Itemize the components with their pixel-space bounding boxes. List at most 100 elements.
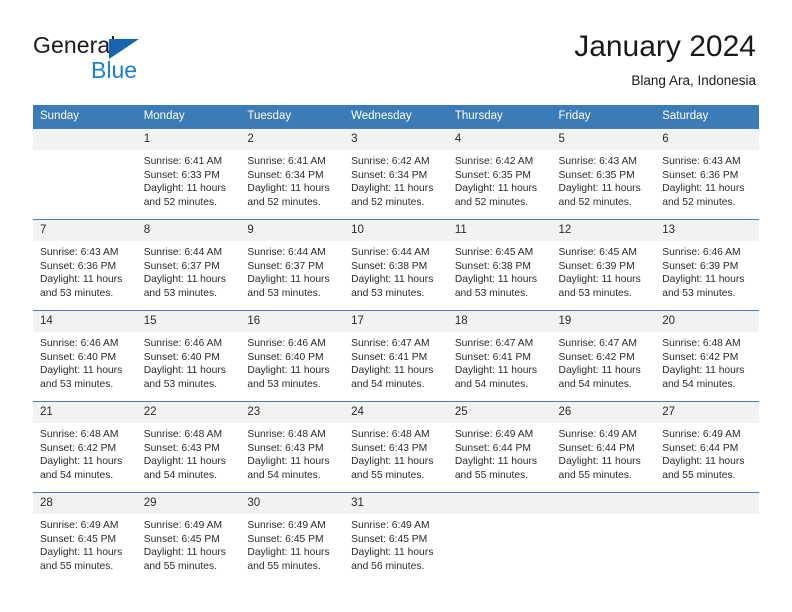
day-details: Sunrise: 6:43 AM Sunset: 6:35 PM Daylight:… bbox=[552, 150, 656, 209]
calendar-day-cell[interactable]: 25 Sunrise: 6:49 AM Sunset: 6:44 PM Dayligh… bbox=[447, 401, 552, 493]
weekday-header-saturday: Saturday bbox=[655, 105, 759, 129]
day-number: 13 bbox=[655, 220, 759, 241]
calendar-day-cell[interactable]: 22 Sunrise: 6:48 AM Sunset: 6:43 PM Dayligh… bbox=[136, 401, 241, 493]
daylight-text-line2: and 53 minutes. bbox=[662, 287, 736, 299]
day-number: 15 bbox=[136, 311, 241, 332]
calendar-day-cell[interactable]: 13 Sunrise: 6:46 AM Sunset: 6:39 PM Dayligh… bbox=[655, 219, 759, 311]
calendar-day-cell[interactable]: 19 Sunrise: 6:47 AM Sunset: 6:42 PM Dayligh… bbox=[551, 310, 656, 402]
sunrise-text: Sunrise: 6:46 AM bbox=[40, 338, 119, 349]
calendar-day-cell[interactable]: 20 Sunrise: 6:48 AM Sunset: 6:42 PM Dayligh… bbox=[655, 310, 759, 402]
sunset-text: Sunset: 6:42 PM bbox=[662, 351, 739, 363]
calendar-day-cell[interactable]: 8 Sunrise: 6:44 AM Sunset: 6:37 PM Daylight… bbox=[136, 219, 241, 311]
day-details: Sunrise: 6:41 AM Sunset: 6:34 PM Daylight:… bbox=[240, 150, 344, 209]
calendar-day-cell[interactable]: 29 Sunrise: 6:49 AM Sunset: 6:45 PM Dayligh… bbox=[136, 492, 241, 583]
daylight-text-line1: Daylight: 11 hours bbox=[454, 456, 538, 468]
day-details: Sunrise: 6:47 AM Sunset: 6:42 PM Daylight:… bbox=[552, 332, 656, 391]
sunrise-text: Sunrise: 6:49 AM bbox=[40, 520, 119, 531]
calendar-day-cell[interactable]: 30 Sunrise: 6:49 AM Sunset: 6:45 PM Dayligh… bbox=[240, 492, 345, 583]
weekday-header-wednesday: Wednesday bbox=[344, 105, 448, 129]
brand-logo[interactable]: General Blue bbox=[33, 32, 263, 88]
calendar-day-cell[interactable]: 15 Sunrise: 6:46 AM Sunset: 6:40 PM Dayligh… bbox=[136, 310, 241, 402]
sunrise-text: Sunrise: 6:44 AM bbox=[247, 247, 326, 258]
day-details: Sunrise: 6:48 AM Sunset: 6:43 PM Daylight:… bbox=[137, 423, 241, 482]
day-number: 4 bbox=[447, 129, 552, 150]
calendar-day-cell[interactable]: 10 Sunrise: 6:44 AM Sunset: 6:38 PM Dayligh… bbox=[344, 219, 448, 311]
calendar-day-cell[interactable]: 27 Sunrise: 6:49 AM Sunset: 6:44 PM Dayligh… bbox=[655, 401, 759, 493]
day-details: Sunrise: 6:42 AM Sunset: 6:34 PM Daylight:… bbox=[344, 150, 448, 209]
calendar-day-cell[interactable]: 1 Sunrise: 6:41 AM Sunset: 6:33 PM Daylight… bbox=[136, 128, 241, 220]
calendar-day-cell[interactable]: 11 Sunrise: 6:45 AM Sunset: 6:38 PM Dayligh… bbox=[447, 219, 552, 311]
sunset-text: Sunset: 6:36 PM bbox=[662, 169, 739, 181]
daylight-text-line2: and 55 minutes. bbox=[143, 560, 217, 572]
sunrise-text: Sunrise: 6:48 AM bbox=[247, 429, 326, 440]
sunset-text: Sunset: 6:42 PM bbox=[40, 442, 117, 454]
sunset-text: Sunset: 6:45 PM bbox=[351, 533, 428, 545]
day-number: 18 bbox=[447, 311, 552, 332]
calendar-week-row: 21 Sunrise: 6:48 AM Sunset: 6:42 PM Dayligh… bbox=[33, 401, 759, 493]
calendar-day-cell[interactable]: 16 Sunrise: 6:46 AM Sunset: 6:40 PM Dayligh… bbox=[240, 310, 345, 402]
daylight-text-line2: and 54 minutes. bbox=[40, 469, 114, 481]
daylight-text-line2: and 52 minutes. bbox=[558, 196, 632, 208]
daylight-text-line1: Daylight: 11 hours bbox=[143, 274, 226, 286]
calendar-day-cell[interactable]: 18 Sunrise: 6:47 AM Sunset: 6:41 PM Dayligh… bbox=[447, 310, 552, 402]
calendar-cell-empty bbox=[33, 128, 137, 220]
sunrise-text: Sunrise: 6:44 AM bbox=[143, 247, 223, 258]
sunrise-text: Sunrise: 6:46 AM bbox=[662, 247, 741, 258]
day-details: Sunrise: 6:44 AM Sunset: 6:38 PM Daylight:… bbox=[344, 241, 448, 300]
calendar-day-cell[interactable]: 5 Sunrise: 6:43 AM Sunset: 6:35 PM Daylight… bbox=[551, 128, 656, 220]
day-number: 23 bbox=[240, 402, 345, 423]
daylight-text-line1: Daylight: 11 hours bbox=[351, 274, 434, 286]
daylight-text-line1: Daylight: 11 hours bbox=[558, 456, 641, 468]
calendar-day-cell[interactable]: 4 Sunrise: 6:42 AM Sunset: 6:35 PM Daylight… bbox=[447, 128, 552, 220]
sunset-text: Sunset: 6:45 PM bbox=[40, 533, 117, 545]
calendar-day-cell[interactable]: 24 Sunrise: 6:48 AM Sunset: 6:43 PM Dayligh… bbox=[344, 401, 448, 493]
day-details: Sunrise: 6:42 AM Sunset: 6:35 PM Daylight:… bbox=[448, 150, 552, 209]
sunrise-text: Sunrise: 6:49 AM bbox=[454, 429, 534, 440]
calendar-day-cell[interactable]: 28 Sunrise: 6:49 AM Sunset: 6:45 PM Dayligh… bbox=[33, 492, 137, 583]
calendar-day-cell[interactable]: 21 Sunrise: 6:48 AM Sunset: 6:42 PM Dayligh… bbox=[33, 401, 137, 493]
page-header: General Blue January 2024 Blang Ara, Ind… bbox=[0, 0, 792, 100]
calendar-day-cell[interactable]: 9 Sunrise: 6:44 AM Sunset: 6:37 PM Daylight… bbox=[240, 219, 345, 311]
sunset-text: Sunset: 6:45 PM bbox=[247, 533, 324, 545]
sunrise-text: Sunrise: 6:49 AM bbox=[143, 520, 223, 531]
calendar-day-cell[interactable]: 26 Sunrise: 6:49 AM Sunset: 6:44 PM Dayligh… bbox=[551, 401, 656, 493]
sunset-text: Sunset: 6:39 PM bbox=[662, 260, 739, 272]
daylight-text-line1: Daylight: 11 hours bbox=[143, 183, 226, 195]
sunset-text: Sunset: 6:35 PM bbox=[454, 169, 531, 181]
calendar-day-cell[interactable]: 2 Sunrise: 6:41 AM Sunset: 6:34 PM Daylight… bbox=[240, 128, 345, 220]
sunset-text: Sunset: 6:41 PM bbox=[351, 351, 428, 363]
day-details: Sunrise: 6:45 AM Sunset: 6:39 PM Daylight:… bbox=[552, 241, 656, 300]
weekday-header-tuesday: Tuesday bbox=[240, 105, 345, 129]
sunset-text: Sunset: 6:44 PM bbox=[662, 442, 739, 454]
daylight-text-line2: and 55 minutes. bbox=[454, 469, 529, 481]
day-details: Sunrise: 6:46 AM Sunset: 6:40 PM Daylight:… bbox=[137, 332, 241, 391]
sunset-text: Sunset: 6:44 PM bbox=[558, 442, 635, 454]
calendar-day-cell[interactable]: 12 Sunrise: 6:45 AM Sunset: 6:39 PM Dayligh… bbox=[551, 219, 656, 311]
calendar-day-cell[interactable]: 7 Sunrise: 6:43 AM Sunset: 6:36 PM Daylight… bbox=[33, 219, 137, 311]
daylight-text-line2: and 52 minutes. bbox=[454, 196, 529, 208]
calendar-day-cell[interactable]: 3 Sunrise: 6:42 AM Sunset: 6:34 PM Daylight… bbox=[344, 128, 448, 220]
day-details: Sunrise: 6:47 AM Sunset: 6:41 PM Daylight:… bbox=[448, 332, 552, 391]
calendar-day-cell[interactable]: 6 Sunrise: 6:43 AM Sunset: 6:36 PM Daylight… bbox=[655, 128, 759, 220]
day-number: 31 bbox=[344, 493, 448, 514]
sunrise-text: Sunrise: 6:47 AM bbox=[454, 338, 534, 349]
calendar-day-cell[interactable]: 17 Sunrise: 6:47 AM Sunset: 6:41 PM Dayligh… bbox=[344, 310, 448, 402]
day-number: 25 bbox=[447, 402, 552, 423]
calendar-day-cell[interactable]: 14 Sunrise: 6:46 AM Sunset: 6:40 PM Dayligh… bbox=[33, 310, 137, 402]
day-details: Sunrise: 6:49 AM Sunset: 6:45 PM Daylight:… bbox=[344, 514, 448, 573]
daylight-text-line2: and 54 minutes. bbox=[454, 378, 529, 390]
day-details: Sunrise: 6:49 AM Sunset: 6:45 PM Daylight:… bbox=[137, 514, 241, 573]
page-title: January 2024 bbox=[574, 30, 756, 63]
day-number: 26 bbox=[551, 402, 656, 423]
calendar-cell-empty bbox=[655, 492, 759, 583]
sunset-text: Sunset: 6:37 PM bbox=[247, 260, 324, 272]
calendar-day-cell[interactable]: 23 Sunrise: 6:48 AM Sunset: 6:43 PM Dayligh… bbox=[240, 401, 345, 493]
sunrise-text: Sunrise: 6:42 AM bbox=[454, 156, 534, 167]
sunrise-text: Sunrise: 6:48 AM bbox=[143, 429, 223, 440]
day-details: Sunrise: 6:43 AM Sunset: 6:36 PM Daylight:… bbox=[33, 241, 137, 300]
day-number: 29 bbox=[136, 493, 241, 514]
calendar-day-cell[interactable]: 31 Sunrise: 6:49 AM Sunset: 6:45 PM Dayligh… bbox=[344, 492, 448, 583]
daylight-text-line2: and 54 minutes. bbox=[143, 469, 217, 481]
daylight-text-line2: and 53 minutes. bbox=[247, 378, 321, 390]
sunrise-text: Sunrise: 6:45 AM bbox=[558, 247, 637, 258]
